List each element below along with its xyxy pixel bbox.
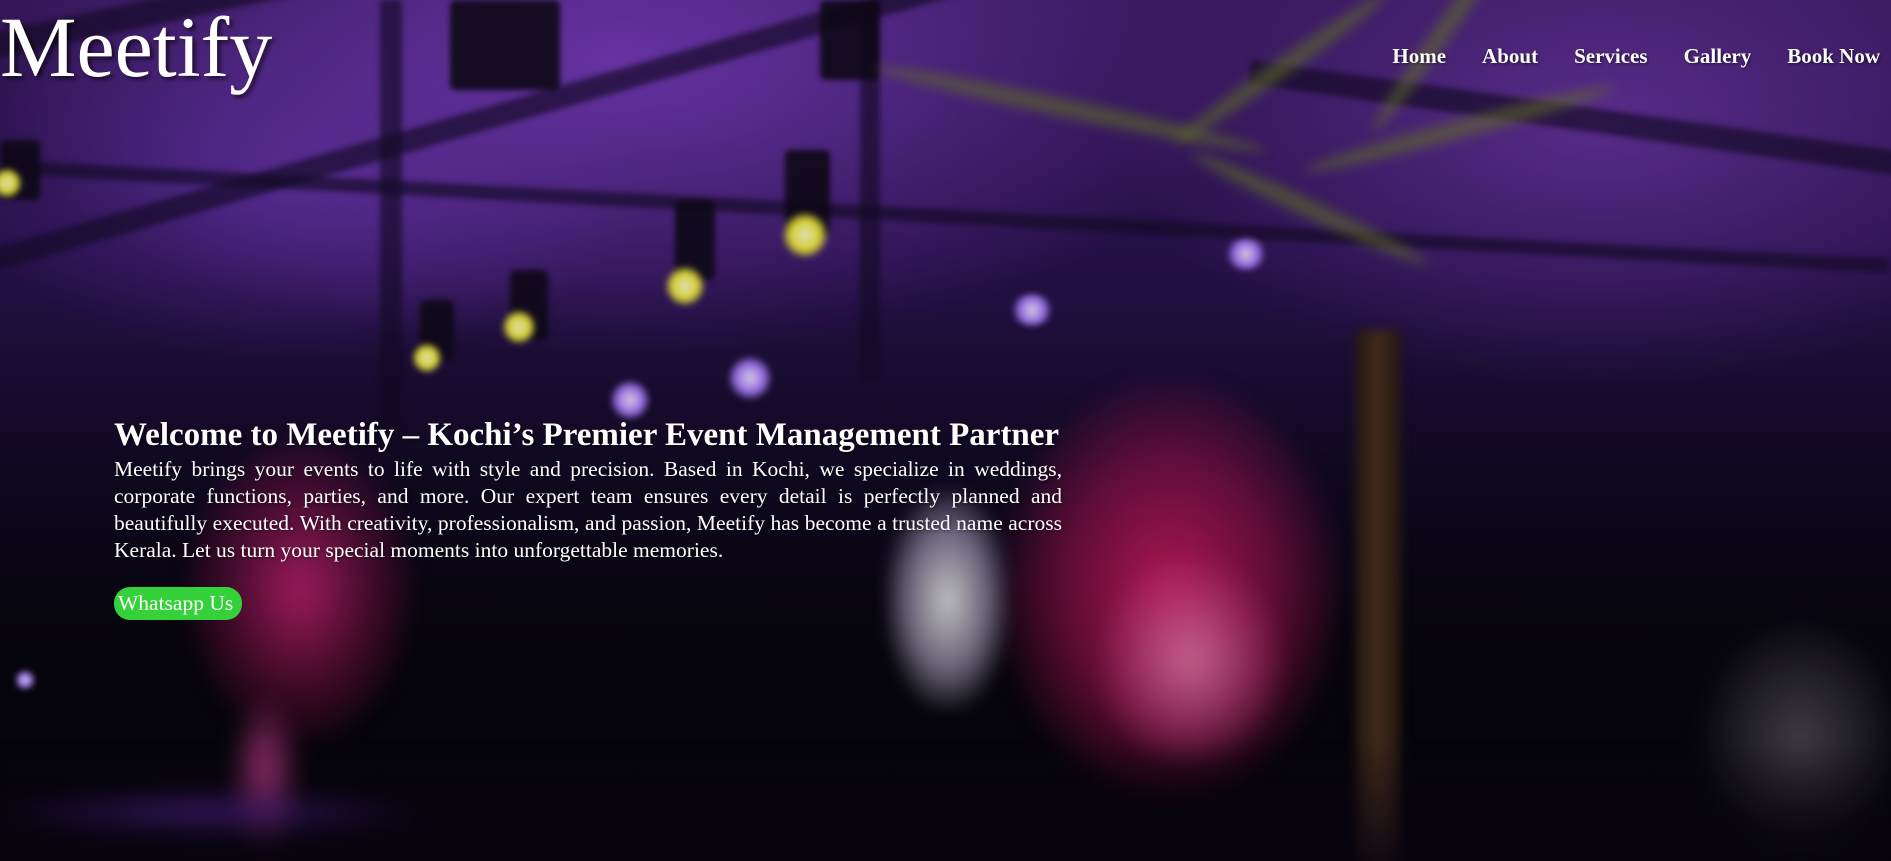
hero-section: Meetify Home About Services Gallery Book… <box>0 0 1891 861</box>
nav-services-link[interactable]: Services <box>1574 44 1647 69</box>
nav-about-link[interactable]: About <box>1482 44 1538 69</box>
whatsapp-button[interactable]: Whatsapp Us <box>114 587 243 620</box>
nav-home-link[interactable]: Home <box>1392 44 1446 69</box>
nav-book-now-link[interactable]: Book Now <box>1787 44 1880 69</box>
site-logo[interactable]: Meetify <box>0 0 272 99</box>
hero-description: Meetify brings your events to life with … <box>114 457 1062 562</box>
nav-gallery-link[interactable]: Gallery <box>1684 44 1752 69</box>
main-nav: Home About Services Gallery Book Now <box>1392 44 1880 69</box>
hero-content: Welcome to Meetify – Kochi’s Premier Eve… <box>114 414 1062 620</box>
hero-heading: Welcome to Meetify – Kochi’s Premier Eve… <box>114 417 1060 453</box>
